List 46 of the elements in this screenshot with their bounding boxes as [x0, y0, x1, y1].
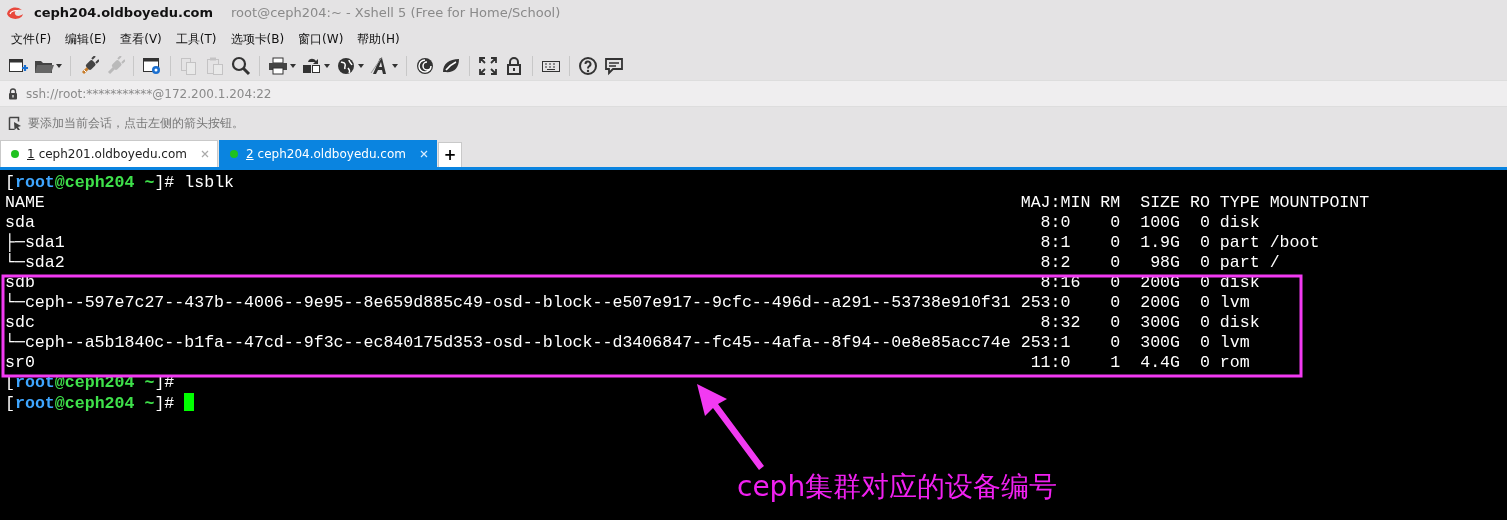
tab-label: 1 ceph201.oldboyedu.com [27, 146, 187, 163]
menu-item[interactable]: 查看(V) [113, 30, 169, 48]
output-line: NAME MAJ:MIN RM SIZE RO TYPE MOUNTPOINT [5, 193, 1371, 213]
search-icon[interactable] [231, 56, 251, 76]
menu-item[interactable]: 窗口(W) [291, 30, 351, 48]
output-line: └─sda2 8:2 0 98G 0 part / [5, 253, 1281, 273]
output-line: sda 8:0 0 100G 0 disk [5, 213, 1261, 233]
transfer-icon [302, 56, 322, 76]
app-logo-icon [6, 5, 24, 21]
caret-icon [324, 64, 330, 68]
output-line: └─ceph--a5b1840c--b1fa--47cd--9f3c--ec840175d353-osd--block--d3406847--fc45--4afa--8f94--0e8e85acc74e 253:1 0 300G 0 lvm [5, 333, 1251, 353]
menu-item[interactable]: 工具(T) [168, 30, 224, 48]
add-session-arrow-icon[interactable] [8, 115, 22, 130]
session-tab[interactable]: 2 ceph204.oldboyedu.com [218, 140, 437, 167]
tab-label: 2 ceph204.oldboyedu.com [245, 146, 406, 163]
printer-icon [268, 56, 288, 76]
menu-item[interactable]: 文件(F) [4, 30, 59, 48]
fullscreen-icon[interactable] [478, 56, 498, 76]
output-line: sdc 8:32 0 300G 0 disk [5, 313, 1261, 333]
output-line: sr0 11:0 1 4.4G 0 rom [5, 353, 1251, 373]
shell-icon[interactable] [415, 56, 435, 76]
caret-icon [358, 64, 364, 68]
prompt-line: [root@ceph204 ~]# [5, 393, 1507, 413]
session-tab[interactable]: 1 ceph201.oldboyedu.com [0, 140, 218, 167]
hint-text: 要添加当前会话，点击左侧的箭头按钮。 [28, 114, 244, 132]
chat-icon[interactable] [604, 56, 624, 76]
properties-icon[interactable] [142, 56, 162, 76]
lock-icon[interactable] [504, 56, 524, 76]
toolbar-dropdown-button[interactable] [266, 54, 298, 78]
plug-icon[interactable] [79, 56, 99, 76]
help-icon[interactable] [578, 56, 598, 76]
output-line: ├─sda1 8:1 0 1.9G 0 part /boot [5, 233, 1321, 253]
prompt-line: [root@ceph204 ~]# lsblk [5, 173, 236, 193]
output-line: └─ceph--597e7c27--437b--4006--9e95--8e659d885c49-osd--block--e507e917--9cfc--496d--a291--53738e910f31 253:0 0 200G 0 lvm [5, 293, 1251, 313]
menu-item[interactable]: 编辑(E) [58, 30, 114, 48]
caret-icon [56, 64, 62, 68]
annotation-label: ceph集群对应的设备编号 [737, 470, 1058, 504]
menu-item[interactable]: 帮助(H) [350, 30, 407, 48]
lock-icon [8, 87, 18, 100]
caret-icon [290, 64, 296, 68]
caret-icon [392, 64, 398, 68]
new-tab-button[interactable]: + [437, 142, 462, 167]
globe-icon [336, 56, 356, 76]
window-subtitle: root@ceph204:~ - Xshell 5 (Free for Home/School) [231, 4, 561, 23]
menu-item[interactable]: 选项卡(B) [223, 30, 292, 48]
window-title: ceph204.oldboyedu.com [34, 4, 214, 23]
